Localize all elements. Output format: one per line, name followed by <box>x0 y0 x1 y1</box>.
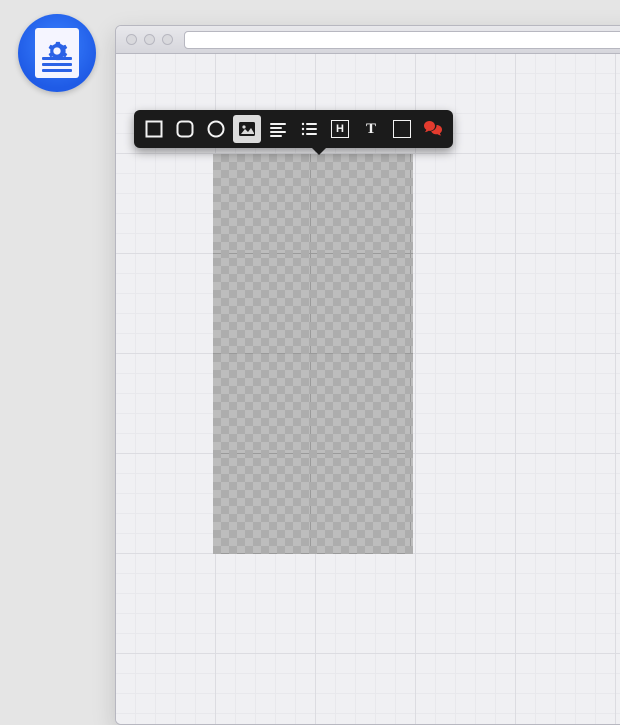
gear-icon <box>46 40 68 62</box>
rounded-square-icon <box>176 120 194 138</box>
square-icon <box>145 120 163 138</box>
text-icon: T <box>366 121 376 138</box>
heading-icon: H <box>331 120 349 138</box>
tool-rounded[interactable] <box>171 115 199 143</box>
spacer-icon <box>393 120 411 138</box>
list-icon <box>300 120 318 138</box>
image-placeholder-block[interactable] <box>213 154 413 554</box>
editor-canvas[interactable]: H T <box>116 54 620 724</box>
tool-spacer[interactable] <box>388 115 416 143</box>
tool-heading[interactable]: H <box>326 115 354 143</box>
tool-image[interactable] <box>233 115 261 143</box>
window-minimize-button[interactable] <box>144 34 155 45</box>
align-left-icon <box>269 120 287 138</box>
url-input[interactable] <box>184 31 620 49</box>
window-zoom-button[interactable] <box>162 34 173 45</box>
browser-window: H T <box>115 25 620 725</box>
insert-toolbar: H T <box>134 110 453 148</box>
window-titlebar <box>116 26 620 54</box>
app-badge <box>18 14 96 92</box>
tool-comment[interactable] <box>419 115 447 143</box>
window-close-button[interactable] <box>126 34 137 45</box>
tool-square[interactable] <box>140 115 168 143</box>
app-badge-document-icon <box>35 28 79 78</box>
tool-list[interactable] <box>295 115 323 143</box>
tool-align-left[interactable] <box>264 115 292 143</box>
tool-circle[interactable] <box>202 115 230 143</box>
image-icon <box>238 120 256 138</box>
circle-icon <box>207 120 225 138</box>
comment-icon <box>423 120 443 138</box>
tool-text[interactable]: T <box>357 115 385 143</box>
